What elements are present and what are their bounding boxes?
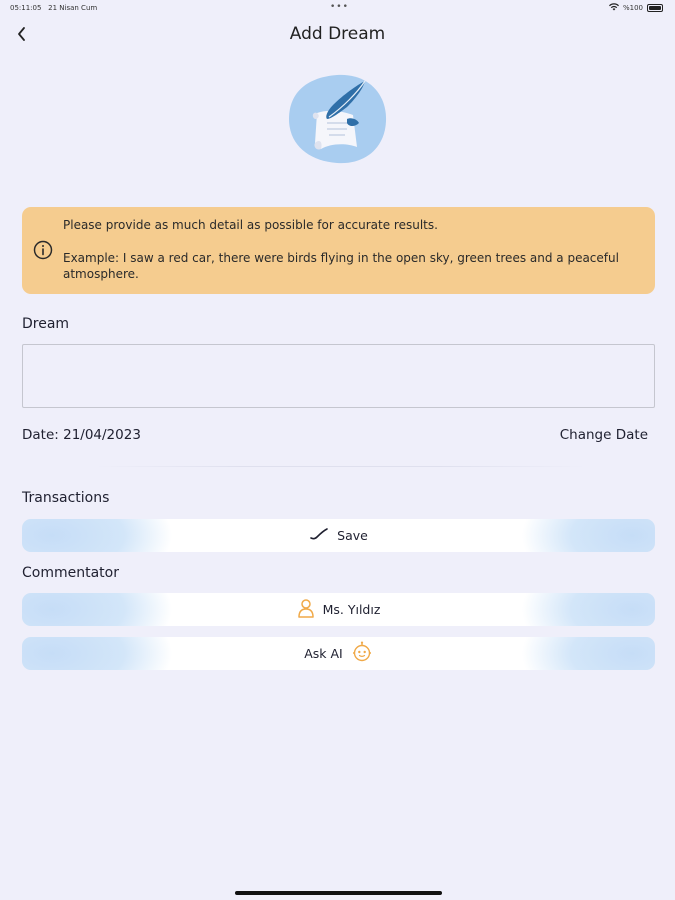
divider xyxy=(95,466,585,467)
status-right: %100 xyxy=(608,3,663,13)
nav-bar: Add Dream xyxy=(0,20,675,50)
status-date: 21 Nisan Cum xyxy=(48,4,98,12)
commentator-option-ms-yildiz[interactable]: Ms. Yıldız xyxy=(22,593,655,626)
notice-line-2: Example: I saw a red car, there were bir… xyxy=(63,251,619,281)
multitask-dots[interactable]: ••• xyxy=(330,2,349,12)
save-label: Save xyxy=(337,528,368,543)
home-indicator[interactable] xyxy=(235,891,442,895)
info-icon xyxy=(33,240,53,264)
person-icon xyxy=(297,598,315,621)
status-time-date: 05:11:05 21 Nisan Cum xyxy=(10,4,97,12)
ai-robot-icon xyxy=(351,641,373,666)
notice-line-1: Please provide as much detail as possibl… xyxy=(63,218,438,232)
dream-input[interactable] xyxy=(22,344,655,408)
wifi-icon xyxy=(608,3,619,13)
date-text: Date: 21/04/2023 xyxy=(22,427,141,443)
dream-label: Dream xyxy=(22,316,70,332)
save-button[interactable]: Save xyxy=(22,519,655,552)
page-title: Add Dream xyxy=(289,24,386,44)
dream-illustration xyxy=(287,73,387,165)
info-notice: Please provide as much detail as possibl… xyxy=(22,207,655,294)
status-bar: 05:11:05 21 Nisan Cum ••• %100 xyxy=(0,0,675,16)
status-time: 05:11:05 xyxy=(10,4,42,12)
commentator-option-label: Ask AI xyxy=(304,646,343,661)
battery-percent: %100 xyxy=(622,4,643,12)
transactions-label: Transactions xyxy=(22,490,110,506)
commentator-option-ask-ai[interactable]: Ask AI xyxy=(22,637,655,670)
commentator-label: Commentator xyxy=(22,565,119,581)
commentator-option-label: Ms. Yıldız xyxy=(322,602,381,617)
battery-icon xyxy=(647,4,663,12)
change-date-button[interactable]: Change Date xyxy=(560,427,648,443)
checkmark-icon xyxy=(309,527,329,544)
